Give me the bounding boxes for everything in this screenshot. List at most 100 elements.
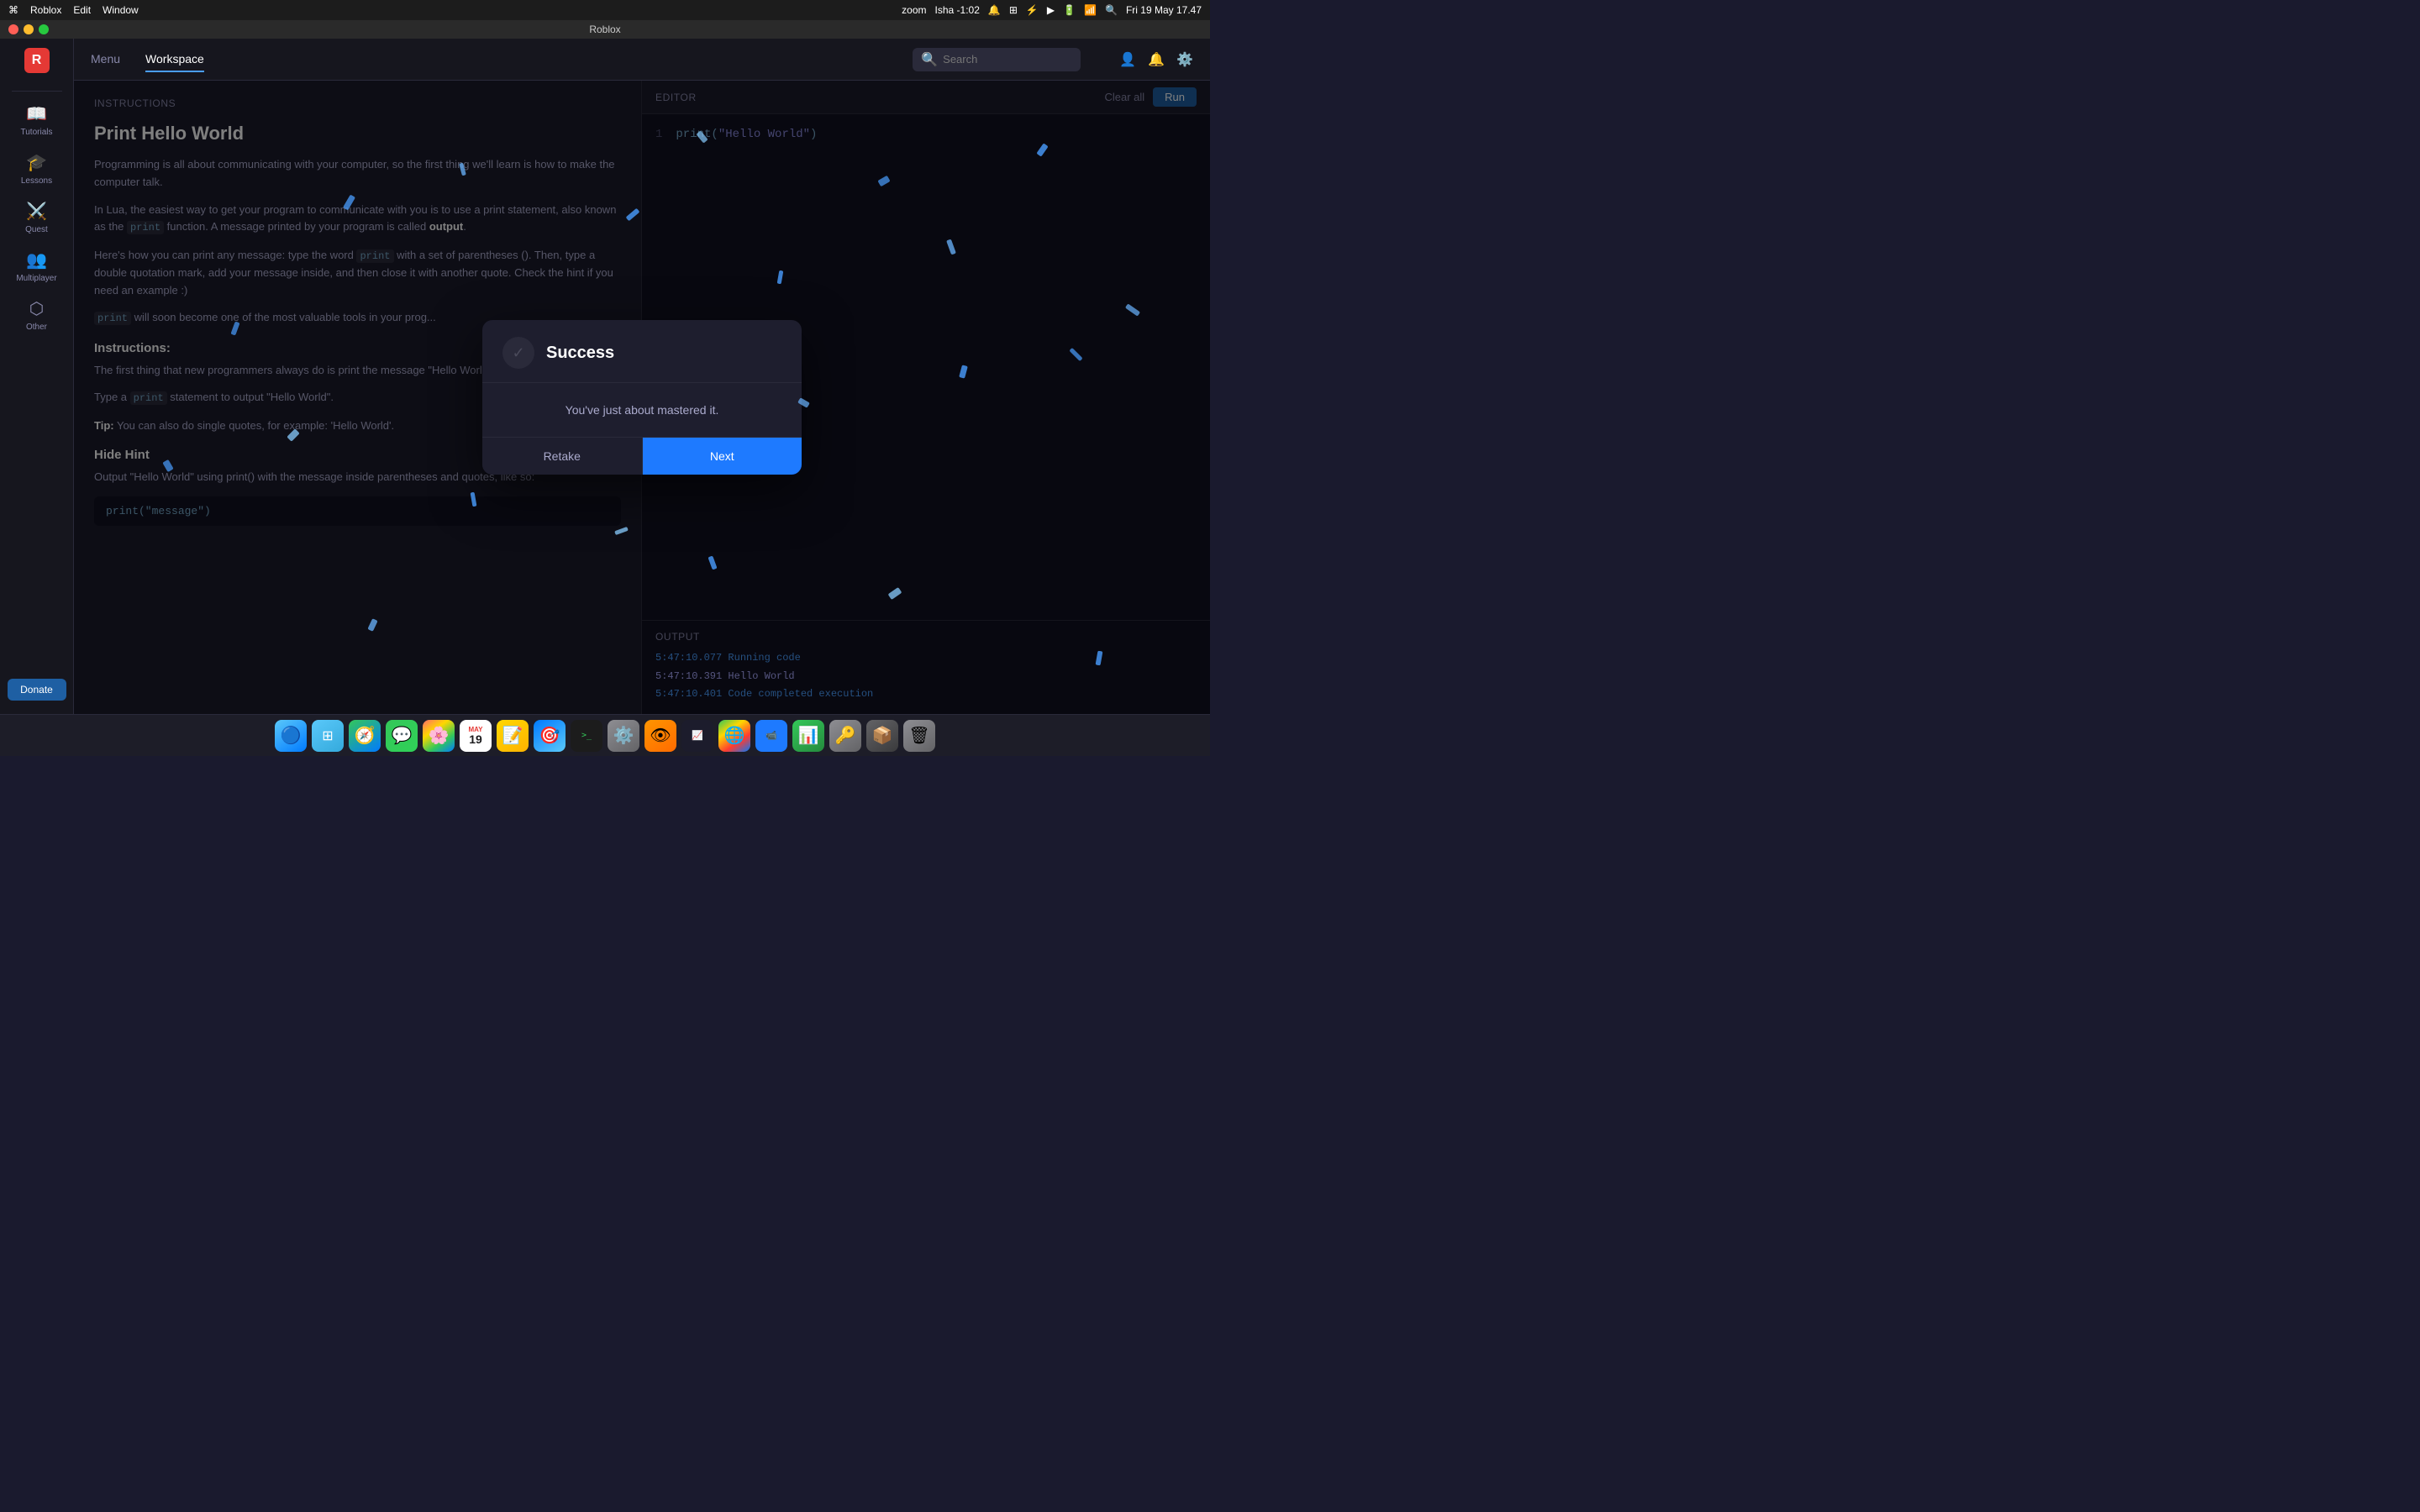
dock-item-keynote[interactable]: 🎯 (534, 720, 566, 752)
confetti-piece (946, 239, 956, 255)
menubar-left: ⌘ Roblox Edit Window (8, 4, 139, 16)
menubar-play[interactable]: ▶ (1047, 4, 1055, 16)
dock-item-numbers[interactable]: 📊 (792, 720, 824, 752)
multiplayer-label: Multiplayer (16, 274, 56, 283)
modal-title: Success (546, 344, 614, 363)
search-icon: 🔍 (921, 51, 938, 68)
confetti-piece (888, 587, 902, 600)
window-title: Roblox (589, 24, 620, 35)
dock: 🔵 ⊞ 🧭 💬 🌸 MAY 19 📝 🎯 >_ ⚙️ 👁 📈 🌐 📹 📊 🔑 📦… (0, 714, 1210, 756)
menubar-right: zoom Isha -1:02 🔔 ⊞ ⚡ ▶ 🔋 📶 🔍 Fri 19 May… (902, 4, 1202, 16)
dock-item-keychain[interactable]: 🔑 (829, 720, 861, 752)
sidebar-item-other[interactable]: ⬡ Other (5, 291, 69, 339)
traffic-lights (8, 24, 49, 34)
roblox-logo-icon: R (24, 48, 50, 73)
multiplayer-icon: 👥 (26, 249, 47, 270)
top-nav: Menu Workspace 🔍 👤 🔔 ⚙️ (74, 39, 1210, 81)
dock-item-syspref[interactable]: ⚙️ (608, 720, 639, 752)
dock-item-terminal[interactable]: >_ (571, 720, 602, 752)
modal-message: You've just about mastered it. (502, 403, 781, 417)
sidebar-divider-top (12, 91, 62, 92)
menubar-battery: 🔋 (1063, 4, 1076, 16)
settings-icon[interactable]: ⚙️ (1176, 51, 1193, 68)
dock-item-messages[interactable]: 💬 (386, 720, 418, 752)
modal-footer: Retake Next (482, 437, 802, 475)
menubar-time: Fri 19 May 17.47 (1126, 4, 1202, 16)
menubar-control[interactable]: ⊞ (1009, 4, 1018, 16)
confetti-piece (877, 176, 890, 186)
dock-item-zoom[interactable]: 📹 (755, 720, 787, 752)
dock-item-calendar[interactable]: MAY 19 (460, 720, 492, 752)
menubar-user: Isha -1:02 (935, 4, 980, 16)
nav-icons: 👤 🔔 ⚙️ (1119, 51, 1193, 68)
confetti-piece (1069, 348, 1082, 361)
confetti-piece (777, 270, 784, 285)
tutorials-label: Tutorials (21, 128, 53, 137)
content-area: Instructions Print Hello World Programmi… (74, 81, 1210, 714)
confetti-piece (287, 428, 300, 442)
app-logo: R (22, 45, 52, 76)
dock-item-safari[interactable]: 🧭 (349, 720, 381, 752)
sidebar-bottom: Donate (0, 679, 73, 707)
lessons-label: Lessons (21, 176, 52, 186)
confetti-piece (614, 527, 629, 535)
dock-item-preview[interactable]: 👁 (644, 720, 676, 752)
menubar-bluetooth[interactable]: ⚡ (1026, 4, 1039, 16)
sidebar-item-quest[interactable]: ⚔️ Quest (5, 194, 69, 241)
dock-item-unknown[interactable]: 📦 (866, 720, 898, 752)
dock-item-trash[interactable]: 🗑 (903, 720, 935, 752)
menu-window[interactable]: Window (103, 4, 139, 16)
confetti-piece (367, 618, 377, 632)
confetti-piece (162, 459, 173, 472)
success-check-icon: ✓ (502, 337, 534, 369)
sidebar-item-lessons[interactable]: 🎓 Lessons (5, 145, 69, 192)
retake-button[interactable]: Retake (482, 438, 643, 475)
dock-item-launchpad[interactable]: ⊞ (312, 720, 344, 752)
quest-icon: ⚔️ (26, 201, 47, 222)
menubar-zoom[interactable]: zoom (902, 4, 926, 16)
confetti-piece (1125, 303, 1140, 316)
confetti-piece (459, 163, 466, 176)
confetti-piece (708, 555, 718, 570)
donate-button[interactable]: Donate (8, 679, 66, 701)
quest-label: Quest (25, 225, 48, 234)
maximize-button[interactable] (39, 24, 49, 34)
other-icon: ⬡ (29, 298, 44, 319)
app-name: Roblox (30, 4, 61, 16)
sidebar-item-tutorials[interactable]: 📖 Tutorials (5, 97, 69, 144)
modal-body: You've just about mastered it. (482, 383, 802, 437)
confetti-piece (626, 208, 640, 222)
apple-menu[interactable]: ⌘ (8, 4, 18, 16)
next-button[interactable]: Next (643, 438, 802, 475)
confetti-piece (959, 365, 968, 379)
other-label: Other (26, 323, 47, 332)
tab-workspace[interactable]: Workspace (145, 47, 204, 72)
dock-item-activity[interactable]: 📈 (681, 720, 713, 752)
lessons-icon: 🎓 (26, 152, 47, 173)
menubar-notif[interactable]: 🔔 (988, 4, 1001, 16)
menu-edit[interactable]: Edit (73, 4, 91, 16)
tab-menu[interactable]: Menu (91, 47, 120, 72)
confetti-piece (1037, 144, 1049, 157)
menubar: ⌘ Roblox Edit Window zoom Isha -1:02 🔔 ⊞… (0, 0, 1210, 20)
modal-header: ✓ Success (482, 320, 802, 383)
confetti-piece (1095, 650, 1102, 665)
confetti-piece (696, 131, 708, 144)
user-icon[interactable]: 👤 (1119, 51, 1136, 68)
modal-overlay[interactable]: ✓ Success You've just about mastered it.… (74, 81, 1210, 714)
menubar-wifi[interactable]: 📶 (1084, 4, 1097, 16)
close-button[interactable] (8, 24, 18, 34)
app-container: R 📖 Tutorials 🎓 Lessons ⚔️ Quest 👥 Multi… (0, 39, 1210, 714)
dock-item-notes[interactable]: 📝 (497, 720, 529, 752)
minimize-button[interactable] (24, 24, 34, 34)
sidebar-item-multiplayer[interactable]: 👥 Multiplayer (5, 243, 69, 290)
confetti-piece (343, 194, 355, 210)
dock-item-finder[interactable]: 🔵 (275, 720, 307, 752)
notifications-icon[interactable]: 🔔 (1148, 51, 1165, 68)
menubar-search[interactable]: 🔍 (1105, 4, 1118, 16)
search-input[interactable] (943, 53, 1072, 66)
dock-item-chrome[interactable]: 🌐 (718, 720, 750, 752)
search-bar[interactable]: 🔍 (913, 48, 1081, 71)
tutorials-icon: 📖 (26, 103, 47, 124)
dock-item-photos[interactable]: 🌸 (423, 720, 455, 752)
